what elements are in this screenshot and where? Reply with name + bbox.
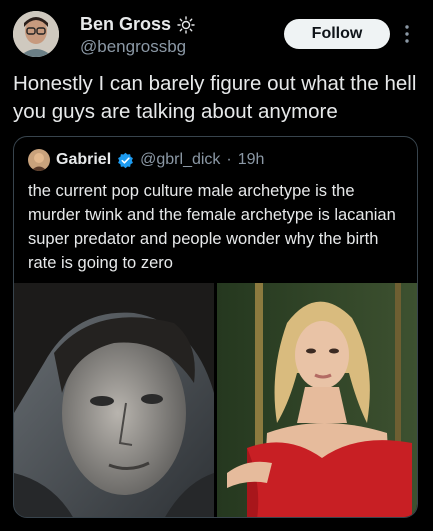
quoted-media xyxy=(14,283,417,517)
follow-button[interactable]: Follow xyxy=(284,19,390,49)
tweet: Ben Gross @bengrossbg Follow Honestly I … xyxy=(0,0,433,531)
media-image-right[interactable] xyxy=(217,283,417,517)
author-handle[interactable]: @bengrossbg xyxy=(80,37,186,57)
quoted-avatar[interactable] xyxy=(28,149,50,171)
author-avatar-image xyxy=(13,11,59,57)
author-avatar[interactable] xyxy=(13,11,59,57)
quoted-name[interactable]: Gabriel xyxy=(56,151,111,169)
quoted-handle[interactable]: @gbrl_dick xyxy=(140,151,220,169)
verified-badge-icon xyxy=(118,152,134,168)
quoted-tweet[interactable]: Gabriel @gbrl_dick · 19h the current pop… xyxy=(13,136,418,518)
author-name-row: Ben Gross xyxy=(80,14,195,35)
portrait-man-image xyxy=(14,283,214,517)
quoted-header: Gabriel @gbrl_dick · 19h xyxy=(28,149,264,171)
quoted-separator: · xyxy=(226,151,232,168)
media-image-left[interactable] xyxy=(14,283,214,517)
author-name[interactable]: Ben Gross xyxy=(80,14,171,35)
portrait-woman-image xyxy=(217,283,417,517)
quoted-avatar-image xyxy=(28,149,50,171)
tweet-text: Honestly I can barely figure out what th… xyxy=(13,72,417,123)
quoted-time[interactable]: 19h xyxy=(238,151,265,169)
sun-emoji-icon xyxy=(177,15,195,34)
more-options-icon[interactable] xyxy=(398,22,416,46)
quoted-text: the current pop culture male archetype i… xyxy=(28,182,396,272)
